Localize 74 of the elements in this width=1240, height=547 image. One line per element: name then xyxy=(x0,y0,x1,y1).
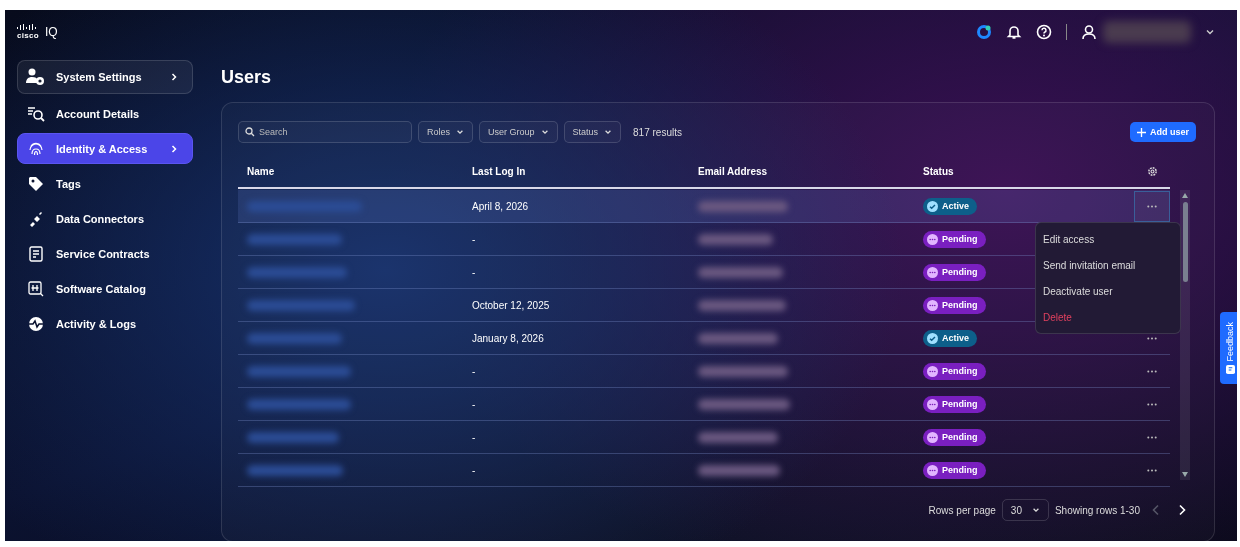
page-title: Users xyxy=(221,66,273,88)
table-cell-text: January 8, 2026 xyxy=(471,331,545,346)
table-cell-text: - xyxy=(471,397,477,412)
status-badge: Pending xyxy=(923,230,986,248)
table-cell-text: October 12, 2025 xyxy=(471,298,551,313)
chevron-down-icon xyxy=(540,128,549,136)
settings-icon[interactable] xyxy=(1146,165,1158,177)
more-options-button[interactable] xyxy=(1134,190,1170,222)
assistant-icon[interactable] xyxy=(976,24,992,40)
help-icon[interactable] xyxy=(1036,24,1052,40)
column-header: Email Address xyxy=(697,165,769,177)
ellipsis-icon xyxy=(1147,204,1157,208)
rows-per-page-dropdown[interactable]: 30 xyxy=(1001,499,1049,521)
list-search-icon xyxy=(26,105,46,122)
rows-per-page-label: Rows per page xyxy=(928,504,996,516)
table-cell-text: - xyxy=(471,232,477,247)
pulse-icon xyxy=(26,315,46,332)
table-cell-text: April 8, 2026 xyxy=(471,199,530,214)
table-row[interactable]: - Pending xyxy=(238,355,1170,388)
sidebar-item[interactable]: Software Catalog xyxy=(17,273,193,304)
sidebar-item[interactable]: Account Details xyxy=(17,98,193,129)
ellipsis-icon xyxy=(1147,402,1157,406)
ellipsis-icon xyxy=(1147,369,1157,373)
column-header: Status xyxy=(922,165,955,177)
chevron-down-icon xyxy=(456,128,464,136)
column-header: Name xyxy=(246,165,276,177)
grid-icon xyxy=(26,280,46,297)
column-header: Last Log In xyxy=(471,165,527,177)
status-badge: Pending xyxy=(923,362,986,380)
filter-dropdown[interactable]: User Group xyxy=(479,121,558,143)
status-badge: Active xyxy=(923,329,977,347)
tag-icon xyxy=(26,175,46,192)
settings-header[interactable]: System Settings xyxy=(17,60,193,94)
table-cell-text: - xyxy=(471,430,477,445)
table-cell-text: - xyxy=(471,463,477,478)
add-user-button[interactable]: Add user xyxy=(1130,122,1196,142)
user-icon[interactable] xyxy=(1081,24,1097,40)
sidebar-item[interactable]: Activity & Logs xyxy=(17,308,193,339)
sidebar-item[interactable]: Identity & Access xyxy=(17,133,193,164)
feedback-tab[interactable]: Feedback xyxy=(1220,312,1237,384)
status-badge: Pending xyxy=(923,263,986,281)
cisco-logo: cisco xyxy=(17,24,39,40)
user-gear-icon xyxy=(26,68,46,86)
document-icon xyxy=(26,245,46,262)
fingerprint-icon xyxy=(26,140,46,157)
sidebar-item[interactable]: Data Connectors xyxy=(17,203,193,234)
ellipsis-icon xyxy=(1147,435,1157,439)
chevron-down-icon xyxy=(604,128,613,136)
notification-bell-icon[interactable] xyxy=(1006,24,1022,40)
status-badge: Pending xyxy=(923,296,986,314)
feedback-icon xyxy=(1225,365,1235,375)
ellipsis-icon xyxy=(1147,468,1157,472)
plus-icon xyxy=(1137,127,1146,137)
sidebar-item[interactable]: Tags xyxy=(17,168,193,199)
status-badge: Pending xyxy=(923,428,986,446)
table-row[interactable]: - Pending xyxy=(238,388,1170,421)
ellipsis-icon xyxy=(1147,336,1157,340)
table-row[interactable]: April 8, 2026 Active xyxy=(238,190,1170,223)
row-range: Showing rows 1-30 xyxy=(1054,504,1140,516)
table-cell-text: - xyxy=(471,364,477,379)
table-cell-text: - xyxy=(471,265,477,280)
chevron-down-icon[interactable] xyxy=(1205,27,1215,37)
search-icon xyxy=(245,127,255,137)
sidebar-item[interactable]: Service Contracts xyxy=(17,238,193,269)
chevron-down-icon xyxy=(1031,506,1040,514)
filter-dropdown[interactable]: Roles xyxy=(418,121,473,143)
table-row[interactable]: - Pending xyxy=(238,421,1170,454)
status-badge: Active xyxy=(923,197,977,215)
product-name: IQ xyxy=(45,25,58,39)
status-badge: Pending xyxy=(923,395,986,413)
table-row[interactable]: - Pending xyxy=(238,454,1170,487)
filter-dropdown[interactable]: Status xyxy=(563,121,622,143)
result-count: 817 results xyxy=(633,126,682,138)
status-badge: Pending xyxy=(923,461,986,479)
